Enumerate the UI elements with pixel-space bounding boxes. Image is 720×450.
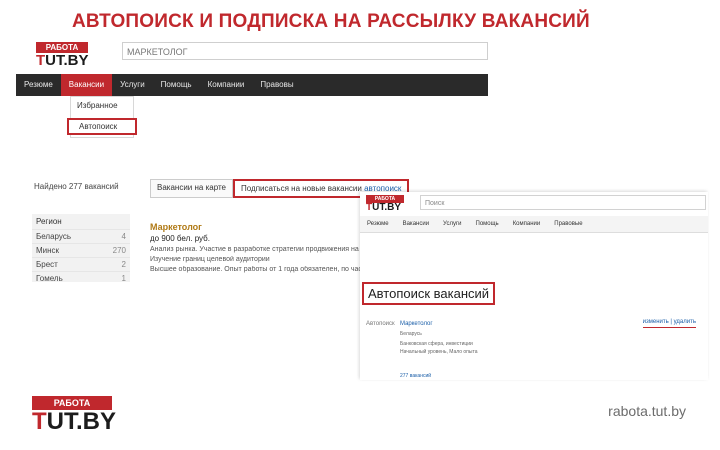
region-name: Минск [36, 246, 60, 255]
edit-delete-links[interactable]: изменить | удалить [642, 319, 696, 328]
tutby-logo[interactable]: РАБОТА TUT.BY [36, 42, 89, 68]
search-input[interactable]: МАРКЕТОЛОГ [122, 42, 488, 60]
vacancy-card: Маркетолог до 900 бел. руб. Анализ рынка… [150, 222, 386, 273]
subscribe-label: Подписаться на новые вакансии [241, 184, 362, 193]
nav-item-vacancies[interactable]: Вакансии [60, 74, 113, 96]
nav-item-legal[interactable]: Правовые [547, 216, 589, 232]
vacancy-title-link[interactable]: Маркетолог [150, 222, 386, 232]
results-count: Найдено 277 вакансий [34, 182, 119, 191]
region-count: 2 [121, 260, 126, 269]
region-filter: Регион Беларусь 4 Минск 270 Брест 2 Гомель 1 [32, 214, 130, 282]
vacancy-salary: до 900 бел. руб. [150, 234, 210, 243]
page-title: Автопоиск вакансий [362, 282, 496, 305]
region-count: 1 [121, 274, 126, 282]
autosearch-row-label: Автопоиск [366, 321, 395, 327]
vacancy-count-link[interactable]: 277 вакансий [400, 373, 431, 379]
logo-bottom-label: TUT.BY [366, 202, 402, 213]
logo-bottom-label: TUT.BY [32, 408, 117, 435]
region-count: 4 [121, 232, 126, 241]
region-item[interactable]: Брест 2 [32, 257, 130, 271]
vacancy-description-line: Изучение границ целевой аудитории [150, 256, 270, 263]
saved-search-link[interactable]: Маркетолог [400, 321, 433, 327]
menu-item-autosearch[interactable]: Автопоиск [67, 118, 137, 135]
autosearch-screenshot: РАБОТА TUT.BY Поиск Резюме Вакансии Услу… [360, 192, 708, 380]
slide-title: АВТОПОИСК И ПОДПИСКА НА РАССЫЛКУ ВАКАНСИ… [72, 11, 590, 32]
logo-bottom-label: TUT.BY [36, 52, 89, 69]
region-name: Беларусь [36, 232, 71, 241]
search-input[interactable]: Поиск [420, 195, 706, 210]
search-detail-field: Банковская сфера, инвестиции [400, 341, 473, 347]
region-item[interactable]: Гомель 1 [32, 271, 130, 282]
nav-item-resume[interactable]: Резюме [16, 74, 61, 96]
nav-item-legal[interactable]: Правовы [252, 74, 301, 96]
region-item[interactable]: Минск 270 [32, 243, 130, 257]
region-name: Гомель [36, 274, 63, 282]
main-nav: Резюме Вакансии Услуги Помощь Компании П… [16, 74, 488, 96]
nav-item-services[interactable]: Услуги [112, 74, 153, 96]
nav-item-help[interactable]: Помощь [469, 216, 506, 232]
search-detail-level: Начальный уровень, Мало опыта [400, 349, 478, 355]
nav-item-companies[interactable]: Компании [506, 216, 548, 232]
menu-item-favorites[interactable]: Избранное [71, 97, 133, 114]
vacancy-description-line: Анализ рынка. Участие в разработке страт… [150, 246, 381, 253]
tab-vacancies-map[interactable]: Вакансии на карте [150, 179, 233, 198]
nav-item-help[interactable]: Помощь [153, 74, 200, 96]
region-count: 270 [112, 246, 126, 255]
region-filter-header: Регион [36, 217, 62, 226]
region-name: Брест [36, 260, 58, 269]
footer-url: rabota.tut.by [608, 403, 686, 419]
tutby-logo-small[interactable]: РАБОТА TUT.BY [366, 195, 404, 213]
nav-item-companies[interactable]: Компании [200, 74, 253, 96]
vacancies-dropdown-menu: Избранное Автопоиск [67, 96, 137, 138]
nav-item-services[interactable]: Услуги [436, 216, 468, 232]
nav-item-resume[interactable]: Резюме [360, 216, 396, 232]
main-nav: Резюме Вакансии Услуги Помощь Компании П… [360, 216, 708, 233]
nav-item-vacancies[interactable]: Вакансии [396, 216, 436, 232]
vacancy-description-line: Высшее образование. Опыт работы от 1 год… [150, 266, 375, 273]
search-detail-region: Беларусь [400, 331, 422, 337]
region-item[interactable]: Беларусь 4 [32, 229, 130, 243]
footer-logo: РАБОТА TUT.BY [32, 396, 116, 434]
